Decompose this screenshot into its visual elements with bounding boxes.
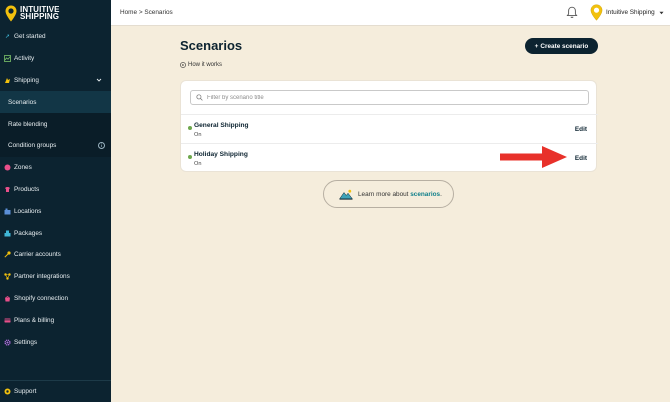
billing-icon — [4, 317, 11, 324]
location-pin-icon — [5, 5, 17, 21]
play-circle-icon — [180, 62, 186, 68]
scenario-title: Holiday Shipping — [194, 151, 248, 158]
zones-icon — [4, 164, 11, 171]
rocket-icon: ➚ — [4, 33, 11, 40]
status-on-indicator — [188, 155, 192, 159]
shopify-icon — [4, 295, 11, 302]
sidebar-item-rate-blending[interactable]: Rate blending — [0, 113, 111, 135]
shipping-icon — [4, 77, 11, 84]
caret-down-icon — [659, 11, 664, 14]
scenario-status: On — [194, 161, 202, 167]
search-icon — [196, 94, 203, 101]
chevron-down-icon — [96, 78, 102, 82]
scenario-title: General Shipping — [194, 122, 249, 129]
integrations-icon — [4, 273, 11, 280]
sidebar-item-locations[interactable]: Locations — [0, 200, 111, 222]
create-scenario-button[interactable]: + Create scenario — [525, 38, 598, 54]
support-icon — [4, 388, 11, 395]
page-title: Scenarios — [180, 38, 243, 53]
sidebar-item-scenarios[interactable]: Scenarios — [0, 91, 111, 114]
edit-scenario-link[interactable]: Edit — [575, 155, 587, 162]
how-it-works-link[interactable]: How it works — [180, 62, 222, 68]
edit-scenario-link[interactable]: Edit — [575, 126, 587, 133]
gear-icon — [4, 338, 11, 346]
sidebar-item-partner-integrations[interactable]: Partner integrations — [0, 266, 111, 288]
brand-logo[interactable]: INTUITIVE SHIPPING — [0, 0, 111, 26]
sidebar-item-zones[interactable]: Zones — [0, 157, 111, 179]
annotation-arrow-icon — [500, 146, 567, 168]
user-name: Intuitive Shipping — [606, 9, 655, 16]
key-icon — [4, 251, 11, 258]
sidebar-item-plans-billing[interactable]: Plans & billing — [0, 309, 111, 331]
user-menu[interactable]: Intuitive Shipping — [590, 4, 664, 21]
top-bar: Home > Scenarios Intuitive Shipping — [111, 0, 670, 26]
brand-name: INTUITIVE SHIPPING — [20, 4, 60, 21]
scenario-row: General Shipping On Edit — [181, 114, 598, 143]
breadcrumb[interactable]: Home > Scenarios — [120, 9, 173, 16]
scenario-search-input[interactable] — [207, 94, 577, 101]
sidebar-nav: ➚ Get started Activity Shipping Scenario… — [0, 26, 111, 353]
locations-icon — [4, 208, 11, 215]
sidebar-item-settings[interactable]: Settings — [0, 331, 111, 353]
plus-icon: + — [534, 42, 539, 50]
scenarios-docs-link[interactable]: scenarios — [410, 191, 440, 198]
scenario-search-box[interactable] — [190, 90, 589, 105]
sidebar-item-support[interactable]: Support — [0, 380, 111, 402]
packages-icon — [4, 230, 11, 237]
sidebar-item-get-started[interactable]: ➚ Get started — [0, 26, 111, 48]
learn-more-banner[interactable]: Learn more about scenarios. — [323, 180, 454, 208]
bell-icon[interactable] — [566, 6, 578, 19]
info-icon[interactable]: i — [98, 141, 105, 149]
mountain-scene-icon — [339, 189, 353, 200]
sidebar-item-activity[interactable]: Activity — [0, 48, 111, 70]
status-on-indicator — [188, 126, 192, 130]
sidebar-item-carrier-accounts[interactable]: Carrier accounts — [0, 244, 111, 266]
sidebar-item-shopify-connection[interactable]: Shopify connection — [0, 288, 111, 310]
location-pin-icon — [590, 4, 603, 21]
products-icon — [4, 186, 11, 193]
activity-icon — [4, 55, 11, 63]
sidebar-item-products[interactable]: Products — [0, 179, 111, 201]
sidebar-item-packages[interactable]: Packages — [0, 222, 111, 244]
sidebar-item-condition-groups[interactable]: Condition groups i — [0, 134, 111, 157]
sidebar-item-shipping[interactable]: Shipping — [0, 70, 111, 92]
sidebar: INTUITIVE SHIPPING ➚ Get started Activit… — [0, 0, 111, 402]
scenario-status: On — [194, 132, 202, 138]
